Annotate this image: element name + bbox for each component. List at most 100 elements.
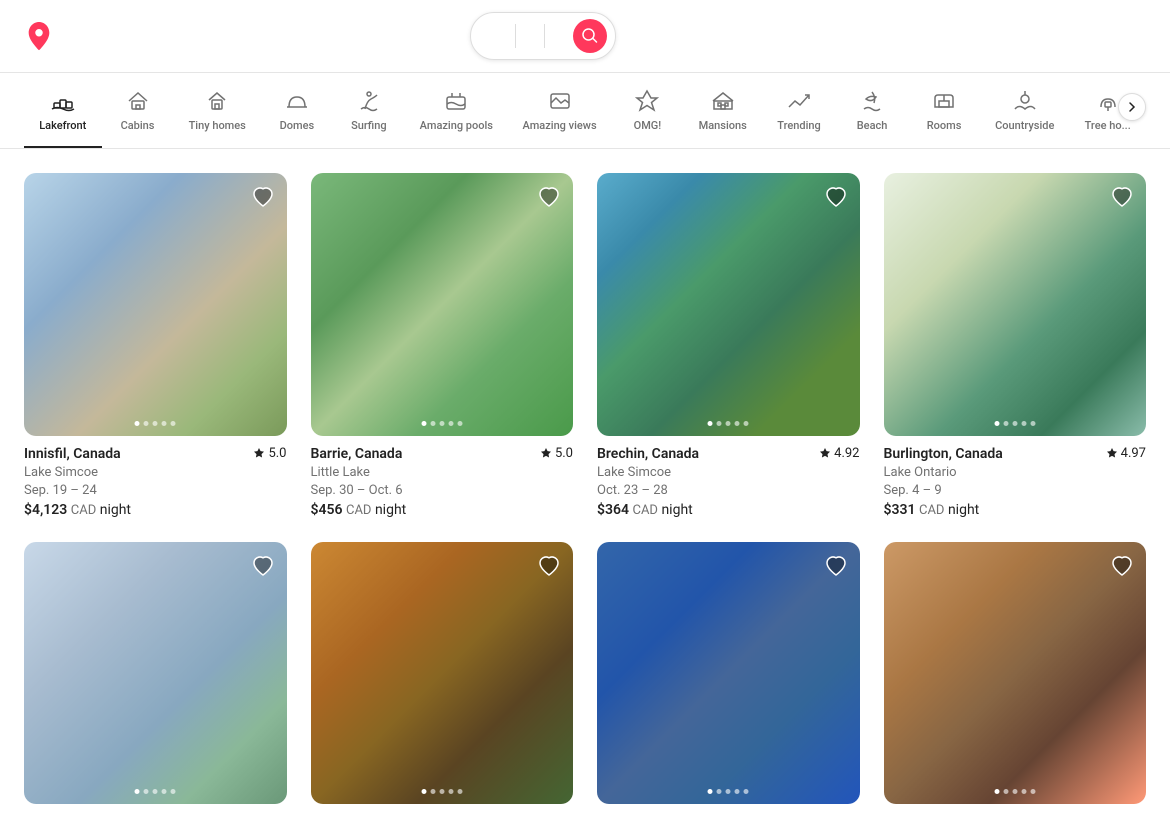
dot-indicator: [1012, 421, 1017, 426]
listing-card[interactable]: [24, 542, 287, 815]
category-amazing-views[interactable]: Amazing views: [508, 81, 612, 148]
listing-sublocation: Little Lake: [311, 464, 574, 482]
dot-indicator: [448, 421, 453, 426]
star-icon: [819, 447, 831, 459]
dot-indicator: [717, 789, 722, 794]
wishlist-heart-button[interactable]: [251, 185, 275, 212]
wishlist-heart-button[interactable]: [1110, 554, 1134, 581]
category-domes[interactable]: Domes: [261, 81, 333, 148]
dot-indicator: [717, 421, 722, 426]
tree-houses-icon: [1096, 89, 1120, 113]
listing-image-wrap: [311, 173, 574, 436]
listing-image: [24, 173, 287, 436]
wishlist-heart-button[interactable]: [824, 554, 848, 581]
dot-indicator: [135, 421, 140, 426]
rating-value: 4.92: [834, 446, 859, 461]
listing-info-row: Brechin, Canada 4.92: [597, 446, 860, 462]
listing-rating: 5.0: [253, 446, 286, 461]
heart-icon: [537, 554, 561, 578]
category-omg[interactable]: OMG!: [611, 81, 683, 148]
listing-card[interactable]: [597, 542, 860, 815]
category-label: Cabins: [121, 119, 155, 132]
heart-icon: [251, 185, 275, 209]
dot-indicator: [994, 421, 999, 426]
heart-icon: [824, 554, 848, 578]
listing-image: [884, 542, 1147, 805]
dot-indicator: [171, 421, 176, 426]
category-rooms[interactable]: Rooms: [908, 81, 980, 148]
category-amazing-pools[interactable]: Amazing pools: [405, 81, 508, 148]
listing-card[interactable]: [884, 542, 1147, 815]
listing-image-wrap: [311, 542, 574, 805]
search-icon: [582, 28, 598, 44]
listing-card[interactable]: Burlington, Canada 4.97 Lake Ontario Sep…: [884, 173, 1147, 518]
dot-indicator: [994, 789, 999, 794]
rating-value: 5.0: [268, 446, 286, 461]
dot-indicator: [162, 421, 167, 426]
dot-indicator: [421, 789, 426, 794]
dot-indicators: [994, 789, 1035, 794]
amazing-pools-icon: [444, 89, 468, 113]
category-beach[interactable]: Beach: [836, 81, 908, 148]
category-lakefront[interactable]: Lakefront: [24, 81, 102, 148]
dot-indicator: [1012, 789, 1017, 794]
dot-indicators: [994, 421, 1035, 426]
category-mansions[interactable]: Mansions: [683, 81, 762, 148]
listing-location: Brechin, Canada: [597, 446, 699, 462]
listing-image: [311, 173, 574, 436]
rating-value: 4.97: [1121, 446, 1146, 461]
dot-indicators: [421, 421, 462, 426]
listing-sublocation: Lake Ontario: [884, 464, 1147, 482]
wishlist-heart-button[interactable]: [537, 185, 561, 212]
category-nav-next[interactable]: [1118, 93, 1146, 121]
dot-indicator: [1030, 789, 1035, 794]
listing-price: $456 CAD night: [311, 502, 574, 518]
dot-indicator: [171, 789, 176, 794]
listing-image-wrap: [884, 542, 1147, 805]
listing-card[interactable]: Barrie, Canada 5.0 Little Lake Sep. 30 –…: [311, 173, 574, 518]
listing-location: Innisfil, Canada: [24, 446, 121, 462]
heart-icon: [251, 554, 275, 578]
dot-indicators: [421, 789, 462, 794]
listing-info-row: Barrie, Canada 5.0: [311, 446, 574, 462]
dot-indicator: [726, 421, 731, 426]
search-bar[interactable]: [470, 12, 616, 60]
category-label: Trending: [777, 119, 820, 132]
wishlist-heart-button[interactable]: [251, 554, 275, 581]
listing-image-wrap: [884, 173, 1147, 436]
category-cabins[interactable]: Cabins: [102, 81, 174, 148]
listings-grid: Innisfil, Canada 5.0 Lake Simcoe Sep. 19…: [0, 149, 1170, 838]
listing-image: [24, 542, 287, 805]
star-icon: [253, 447, 265, 459]
dot-indicator: [144, 421, 149, 426]
dot-indicator: [1003, 789, 1008, 794]
search-divider-2: [544, 24, 545, 48]
airbnb-logo[interactable]: [24, 21, 60, 51]
wishlist-heart-button[interactable]: [1110, 185, 1134, 212]
dot-indicator: [421, 421, 426, 426]
rooms-icon: [932, 89, 956, 113]
wishlist-heart-button[interactable]: [537, 554, 561, 581]
dot-indicator: [144, 789, 149, 794]
dot-indicator: [735, 421, 740, 426]
wishlist-heart-button[interactable]: [824, 185, 848, 212]
dot-indicator: [726, 789, 731, 794]
listing-card[interactable]: [311, 542, 574, 815]
category-label: Domes: [280, 119, 315, 132]
listing-card[interactable]: Brechin, Canada 4.92 Lake Simcoe Oct. 23…: [597, 173, 860, 518]
listing-rating: 5.0: [540, 446, 573, 461]
rating-value: 5.0: [555, 446, 573, 461]
listing-card[interactable]: Innisfil, Canada 5.0 Lake Simcoe Sep. 19…: [24, 173, 287, 518]
dot-indicators: [708, 789, 749, 794]
heart-icon: [1110, 185, 1134, 209]
category-surfing[interactable]: Surfing: [333, 81, 405, 148]
category-label: Lakefront: [39, 119, 86, 132]
category-label: Surfing: [351, 119, 386, 132]
category-label: Beach: [857, 119, 888, 132]
category-trending[interactable]: Trending: [762, 81, 836, 148]
listing-info-row: Burlington, Canada 4.97: [884, 446, 1147, 462]
category-countryside[interactable]: Countryside: [980, 81, 1069, 148]
search-button[interactable]: [573, 19, 607, 53]
dot-indicator: [735, 789, 740, 794]
category-tiny-homes[interactable]: Tiny homes: [174, 81, 261, 148]
